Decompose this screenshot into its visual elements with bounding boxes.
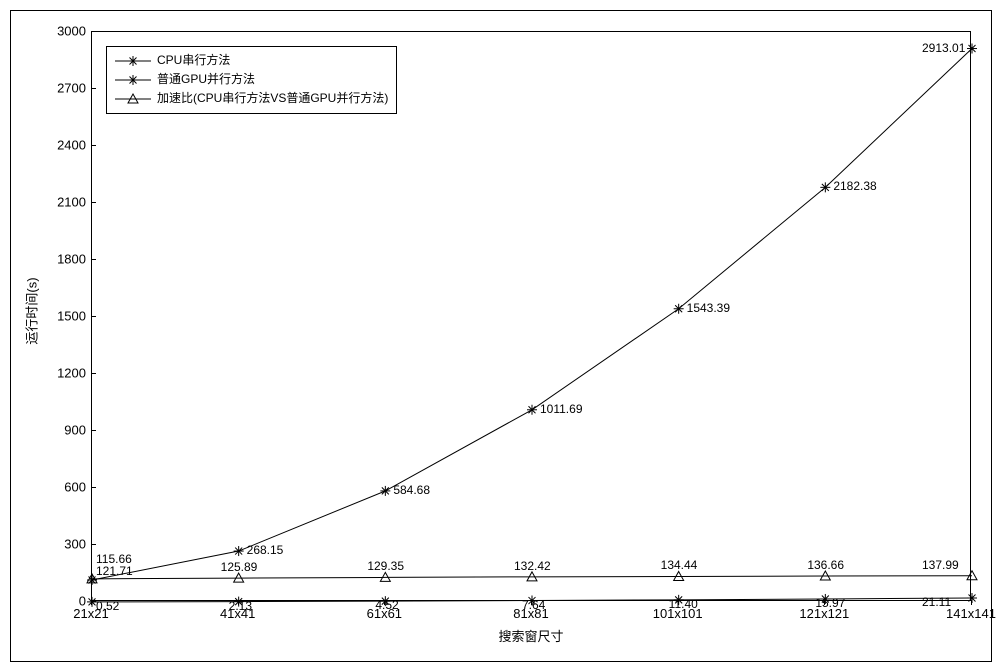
data-label: 121.71 (96, 564, 133, 578)
triangle-marker-icon (115, 92, 151, 106)
chart-frame: 运行时间(s) 搜索窗尺寸 03006009001200150018002100… (10, 10, 992, 662)
data-label: 2913.01 (922, 41, 965, 55)
star-marker-icon (234, 546, 244, 556)
plot-area: 115.66268.15584.681011.691543.392182.382… (91, 31, 971, 601)
data-label: 134.44 (661, 558, 698, 572)
y-tick-label: 2700 (11, 81, 86, 96)
legend-item: 加速比(CPU串行方法VS普通GPU并行方法) (115, 89, 388, 108)
data-label: 2182.38 (833, 179, 876, 193)
y-tick-label: 2400 (11, 138, 86, 153)
data-label: 268.15 (247, 543, 284, 557)
data-label: 129.35 (367, 559, 404, 573)
legend-label: CPU串行方法 (157, 51, 230, 70)
legend-item: 普通GPU并行方法 (115, 70, 388, 89)
chart-svg (92, 32, 972, 602)
data-label: 132.42 (514, 559, 551, 573)
star-marker-icon (115, 54, 151, 68)
legend: CPU串行方法普通GPU并行方法加速比(CPU串行方法VS普通GPU并行方法) (106, 46, 397, 114)
triangle-marker-icon (967, 571, 977, 580)
y-tick-label: 1500 (11, 309, 86, 324)
data-label: 15.97 (815, 596, 845, 610)
star-marker-icon (380, 486, 390, 496)
data-label: 7.64 (522, 598, 545, 612)
data-label: 584.68 (393, 483, 430, 497)
data-label: 0.52 (96, 599, 119, 613)
data-label: 1543.39 (687, 301, 730, 315)
series-line (92, 576, 972, 579)
star-marker-icon (967, 44, 977, 54)
y-tick-label: 300 (11, 537, 86, 552)
data-label: 137.99 (922, 558, 959, 572)
data-label: 4.52 (375, 598, 398, 612)
y-tick-label: 1800 (11, 252, 86, 267)
star-marker-icon (967, 593, 977, 603)
star-marker-icon (115, 73, 151, 87)
x-tick-label: 141x141 (946, 606, 996, 621)
series-line (92, 49, 972, 580)
legend-label: 普通GPU并行方法 (157, 70, 255, 89)
y-tick-label: 1200 (11, 366, 86, 381)
star-marker-icon (674, 304, 684, 314)
y-tick-label: 600 (11, 480, 86, 495)
data-label: 2.13 (229, 599, 252, 613)
data-label: 1011.69 (540, 402, 583, 416)
y-tick-label: 2100 (11, 195, 86, 210)
data-label: 136.66 (807, 558, 844, 572)
y-tick-label: 900 (11, 423, 86, 438)
data-label: 125.89 (221, 560, 258, 574)
data-label: 11.40 (669, 597, 698, 611)
data-label: 21.11 (922, 595, 951, 609)
y-tick-label: 3000 (11, 24, 86, 39)
legend-label: 加速比(CPU串行方法VS普通GPU并行方法) (157, 89, 388, 108)
legend-item: CPU串行方法 (115, 51, 388, 70)
star-marker-icon (527, 405, 537, 415)
x-axis-label: 搜索窗尺寸 (498, 626, 563, 645)
star-marker-icon (820, 182, 830, 192)
